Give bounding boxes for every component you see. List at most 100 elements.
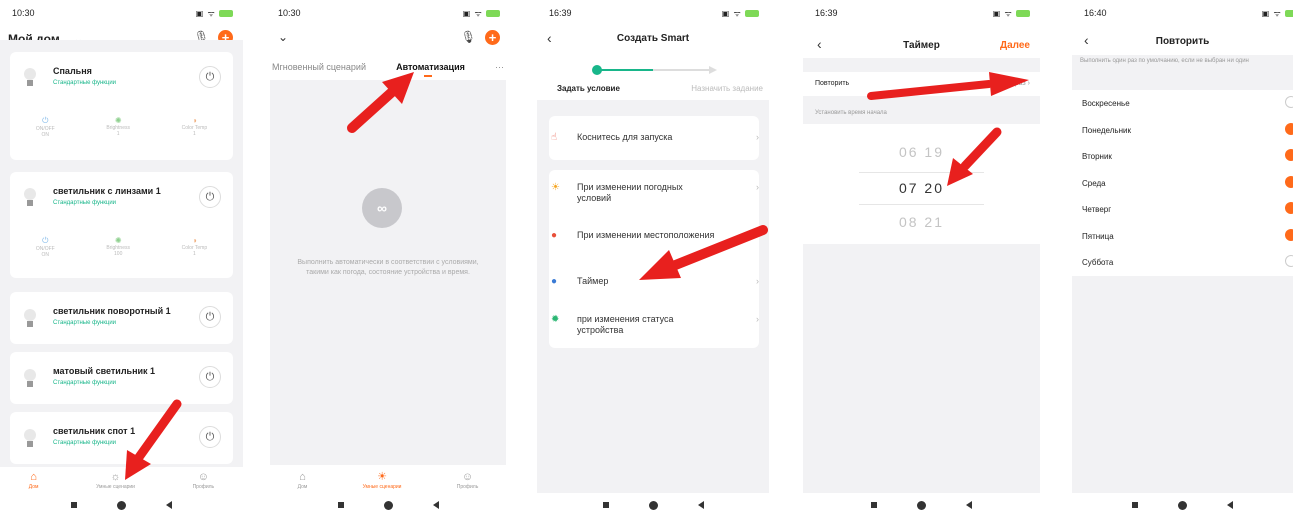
home-button-icon[interactable] [648, 500, 658, 510]
tab-automation[interactable]: Автоматизация [396, 62, 465, 77]
tab-home[interactable]: ⌂ Дом [29, 471, 39, 490]
control-brightness[interactable]: ✺ Brightness 100 [106, 236, 130, 258]
checkbox-on-icon[interactable] [1285, 149, 1293, 161]
recent-apps-icon[interactable] [337, 502, 344, 508]
device-func-link[interactable]: Стандартные функции [53, 200, 116, 206]
device-icon: ✹ [551, 314, 560, 325]
chevron-right-icon: › [756, 230, 759, 240]
tab-profile[interactable]: ☺ Профиль [457, 471, 479, 490]
bottom-tabbar: ⌂ Дом ☀ Умные сценарии ☺ Профиль [270, 467, 506, 493]
device-card[interactable]: матовый светильник 1 Стандартные функции… [10, 352, 233, 404]
back-button-icon[interactable] [432, 501, 439, 509]
back-button-icon[interactable] [166, 501, 172, 509]
bottom-tabbar: ⌂ Дом ☼ Умные сценарии ☺ Профиль [0, 467, 243, 493]
tab-home[interactable]: ⌂ Дом [298, 471, 308, 490]
screen-repeat: 16:40 ▣ ᯤ ‹ Повторить Выполнить один раз… [1072, 0, 1293, 517]
power-icon[interactable]: ⏻ [199, 306, 221, 328]
device-func-link[interactable]: Стандартные функции [53, 80, 116, 86]
day-label: Воскресенье [1082, 99, 1130, 108]
day-saturday[interactable]: Суббота [1072, 249, 1293, 276]
day-sunday[interactable]: Воскресенье [1072, 90, 1293, 117]
location-pin-icon: ● [551, 230, 558, 241]
chevron-down-icon[interactable]: ⌄ [278, 30, 288, 44]
signal-battery-icon: ▣ ᯤ [463, 8, 500, 19]
home-button-icon[interactable] [1178, 500, 1187, 510]
mic-icon[interactable]: 🎙 [461, 30, 476, 44]
recent-apps-icon[interactable] [602, 502, 609, 508]
android-navbar [1072, 493, 1293, 517]
control-colortemp[interactable]: ◑ Color Temp 1 [182, 116, 207, 138]
home-button-icon[interactable] [383, 500, 393, 510]
picker-row[interactable]: 08 21 [803, 214, 1040, 230]
repeat-value: Один раз [995, 80, 1026, 87]
time-picker[interactable]: 06 19 07 20 08 21 [803, 124, 1040, 244]
back-button-icon[interactable] [1227, 501, 1233, 509]
status-bar: 16:39 ▣ ᯤ [803, 6, 1040, 20]
control-colortemp[interactable]: ◑ Color Temp 1 [182, 236, 207, 258]
back-button-icon[interactable] [966, 501, 972, 509]
profile-icon: ☺ [461, 470, 474, 483]
chevron-right-icon: › [1027, 80, 1030, 87]
status-time: 16:40 [1084, 8, 1107, 18]
tab-smart[interactable]: ☀ Умные сценарии [363, 471, 402, 490]
device-func-link[interactable]: Стандартные функции [53, 380, 116, 386]
picker-selected[interactable]: 07 20 [803, 180, 1040, 196]
day-label: Среда [1082, 178, 1106, 188]
power-icon[interactable]: ⏻ [199, 426, 221, 448]
device-card[interactable]: светильник поворотный 1 Стандартные функ… [10, 292, 233, 344]
status-bar: 16:40 ▣ ᯤ [1072, 6, 1293, 20]
day-label: Вторник [1082, 152, 1112, 161]
device-card[interactable]: Спальня Стандартные функции ⏻ ⏻ ON/OFF ON … [10, 52, 233, 160]
day-wednesday[interactable]: Среда [1072, 170, 1293, 197]
device-card[interactable]: светильник с линзами 1 Стандартные функц… [10, 172, 233, 278]
control-onoff[interactable]: ⏻ ON/OFF ON [36, 236, 55, 258]
day-monday[interactable]: Понедельник [1072, 117, 1293, 144]
bulb-icon [24, 369, 36, 387]
device-func-link[interactable]: Стандартные функции [53, 440, 116, 446]
tab-profile[interactable]: ☺ Профиль [193, 471, 215, 490]
device-name: светильник с линзами 1 [53, 186, 161, 196]
device-func-link[interactable]: Стандартные функции [53, 320, 116, 326]
control-brightness[interactable]: ✺ Brightness 1 [106, 116, 130, 138]
device-card[interactable]: светильник спот 1 Стандартные функции ⏻ [10, 412, 233, 464]
add-icon[interactable]: + [485, 30, 500, 45]
condition-label: При изменении погодных условий [577, 182, 683, 203]
power-icon[interactable]: ⏻ [199, 186, 221, 208]
day-friday[interactable]: Пятница [1072, 223, 1293, 250]
stepper-track [597, 69, 715, 71]
recent-apps-icon[interactable] [71, 502, 77, 508]
repeat-row[interactable]: Повторить Один раз › [803, 72, 1040, 96]
checkbox-off-icon[interactable] [1285, 96, 1293, 108]
day-thursday[interactable]: Четверг [1072, 196, 1293, 223]
checkbox-on-icon[interactable] [1285, 202, 1293, 214]
recent-apps-icon[interactable] [871, 502, 877, 508]
power-icon[interactable]: ⏻ [199, 366, 221, 388]
checkbox-off-icon[interactable] [1285, 255, 1293, 267]
day-tuesday[interactable]: Вторник [1072, 143, 1293, 170]
control-value: 1 [193, 251, 196, 257]
more-icon[interactable]: ··· [495, 62, 504, 72]
tab-smart[interactable]: ☼ Умные сценарии [96, 471, 135, 490]
start-time-label: Установить время начала [815, 110, 887, 116]
automation-empty-icon: ∞ [362, 188, 402, 228]
checkbox-on-icon[interactable] [1285, 228, 1293, 241]
checkbox-on-icon[interactable] [1285, 175, 1293, 188]
status-time: 10:30 [12, 8, 35, 18]
android-navbar [0, 493, 243, 517]
power-icon[interactable]: ⏻ [199, 66, 221, 88]
bulb-icon [24, 68, 36, 86]
checkbox-on-icon[interactable] [1285, 122, 1293, 135]
control-onoff[interactable]: ⏻ ON/OFF ON [36, 116, 55, 138]
repeat-note: Выполнить один раз по умолчанию, если не… [1080, 58, 1249, 64]
condition-label: При изменении местоположения [577, 230, 715, 240]
home-button-icon[interactable] [917, 500, 926, 510]
tab-instant[interactable]: Мгновенный сценарий [272, 62, 366, 72]
next-button[interactable]: Далее [1000, 40, 1030, 51]
home-button-icon[interactable] [117, 500, 126, 510]
page-title: Повторить [1155, 36, 1210, 47]
picker-row[interactable]: 06 19 [803, 144, 1040, 160]
control-value: 100 [114, 251, 123, 257]
tab-label: Дом [28, 483, 39, 490]
recent-apps-icon[interactable] [1132, 502, 1138, 508]
back-button-icon[interactable] [697, 501, 704, 509]
